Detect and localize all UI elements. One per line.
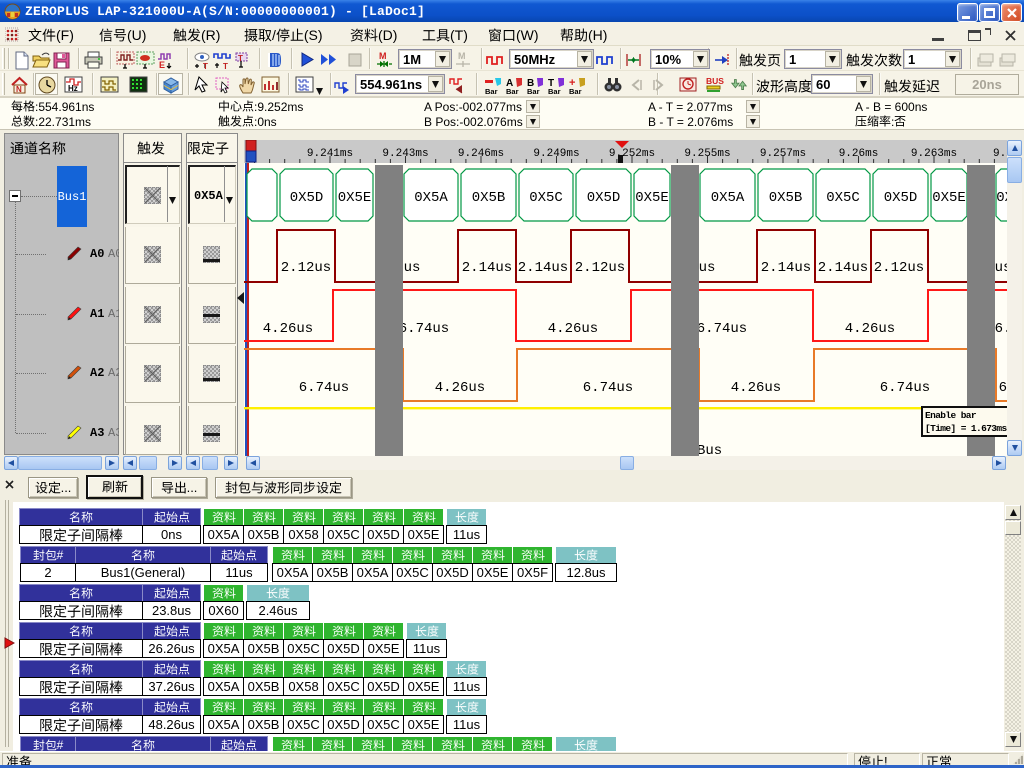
svg-text:N: N (16, 85, 22, 94)
svg-text:Bar: Bar (506, 87, 519, 95)
svg-text:4.26us: 4.26us (435, 380, 485, 396)
svg-text:BUS: BUS (706, 76, 724, 86)
svg-text:9.246ms: 9.246ms (458, 148, 504, 160)
svg-text:2.14us: 2.14us (518, 260, 568, 276)
svg-text:0X5D: 0X5D (884, 190, 918, 206)
svg-text:0X5A: 0X5A (414, 190, 448, 206)
svg-text:0X5E: 0X5E (338, 190, 372, 206)
svg-text:2.14us: 2.14us (818, 260, 868, 276)
svg-text:4.26us: 4.26us (845, 321, 895, 337)
svg-text:6.: 6. (999, 380, 1007, 396)
svg-text:2.12us: 2.12us (575, 260, 625, 276)
svg-text:9.257ms: 9.257ms (760, 148, 806, 160)
svg-text:0X5E: 0X5E (932, 190, 966, 206)
svg-text:0X5D: 0X5D (290, 190, 324, 206)
svg-text:T: T (223, 62, 228, 70)
svg-text:Bar: Bar (548, 87, 561, 95)
svg-text:6.74us: 6.74us (399, 321, 449, 337)
svg-text:0X5B: 0X5B (769, 190, 803, 206)
svg-text:4.26us: 4.26us (263, 321, 313, 337)
svg-text:0X5A: 0X5A (996, 190, 1007, 206)
svg-text:2.12us: 2.12us (281, 260, 331, 276)
svg-text:Bar: Bar (485, 87, 498, 95)
svg-text:2.14us: 2.14us (761, 260, 811, 276)
svg-text:2.14us: 2.14us (462, 260, 512, 276)
svg-text:0X5C: 0X5C (826, 190, 860, 206)
svg-text:9.241ms: 9.241ms (307, 148, 353, 160)
svg-text:4.26us: 4.26us (548, 321, 598, 337)
svg-text:T: T (203, 62, 208, 70)
svg-text:9.243ms: 9.243ms (382, 148, 428, 160)
svg-text:us: us (699, 260, 716, 276)
svg-text:6.74us: 6.74us (697, 321, 747, 337)
svg-text:Bar: Bar (569, 87, 582, 95)
svg-text:0X5A: 0X5A (711, 190, 745, 206)
svg-text:0X5D: 0X5D (587, 190, 621, 206)
svg-text:6.74us: 6.74us (299, 380, 349, 396)
svg-text:0X5C: 0X5C (529, 190, 563, 206)
svg-text:0X5E: 0X5E (635, 190, 669, 206)
svg-text:9.249ms: 9.249ms (533, 148, 579, 160)
svg-text:9.255ms: 9.255ms (684, 148, 730, 160)
svg-text:6.74us: 6.74us (880, 380, 930, 396)
svg-text:9.263ms: 9.263ms (911, 148, 957, 160)
svg-text:us: us (404, 260, 421, 276)
svg-text:Hz: Hz (68, 84, 78, 93)
svg-text:4.26us: 4.26us (731, 380, 781, 396)
svg-text:Bar: Bar (527, 87, 540, 95)
svg-text:Bus: Bus (697, 443, 722, 456)
svg-text:us: us (995, 260, 1007, 276)
svg-text:6.74us: 6.74us (583, 380, 633, 396)
svg-text:6.: 6. (995, 321, 1007, 337)
svg-text:0X5B: 0X5B (472, 190, 506, 206)
svg-text:2.12us: 2.12us (874, 260, 924, 276)
svg-text:M: M (458, 51, 466, 61)
svg-text:9.26ms: 9.26ms (839, 148, 879, 160)
svg-text:M: M (379, 51, 387, 61)
svg-text:9.266: 9.266 (993, 148, 1007, 160)
svg-text:9.252ms: 9.252ms (609, 148, 655, 160)
svg-text:E: E (159, 60, 165, 70)
